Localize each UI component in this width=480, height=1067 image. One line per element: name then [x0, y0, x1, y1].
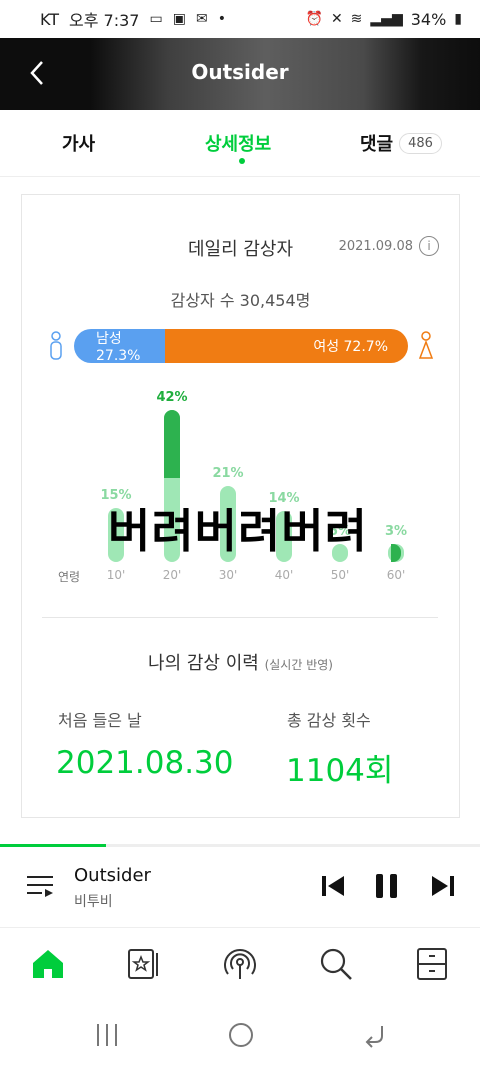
first-listen-date: 2021.08.30: [56, 745, 234, 781]
active-tab-indicator: [239, 158, 245, 164]
history-subtitle: (실시간 반영): [264, 658, 333, 672]
female-ratio-segment: 여성 72.7%: [165, 329, 408, 363]
wifi-icon: ≋: [350, 11, 363, 27]
battery-label: 34%: [410, 9, 447, 29]
comment-count-badge: 486: [399, 132, 442, 154]
home-icon[interactable]: [30, 946, 66, 982]
alarm-icon: ⏰: [305, 11, 323, 27]
age-bar-highlight: [164, 410, 180, 479]
male-ratio-segment: 남성 27.3%: [74, 329, 166, 363]
overlay-text: 버려버려버려: [108, 504, 368, 558]
mute-icon: ✕: [330, 11, 343, 27]
first-listen-label: 처음 들은 날: [58, 711, 142, 730]
info-icon[interactable]: i: [419, 236, 439, 256]
back-system-icon[interactable]: [362, 1022, 388, 1048]
history-title-label: 나의 감상 이력: [148, 653, 259, 674]
age-tick-label: 40': [274, 568, 294, 582]
tab-comments[interactable]: 댓글 486: [360, 130, 442, 156]
now-playing-artist[interactable]: 비투비: [74, 891, 113, 911]
age-bar-value-label: 3%: [384, 524, 408, 539]
carrier-label: KT: [40, 9, 60, 29]
age-tick-label: 60': [386, 568, 406, 582]
total-plays-label: 총 감상 횟수: [287, 711, 371, 730]
search-icon[interactable]: [318, 946, 354, 982]
now-playing-title[interactable]: Outsider: [74, 865, 151, 886]
listener-count: 감상자 수 30,454명: [170, 291, 311, 310]
storage-drawer-icon[interactable]: [414, 946, 450, 982]
age-tick-label: 20': [162, 568, 182, 582]
tab-bar: 가사 상세정보 댓글 486: [0, 110, 480, 177]
bottom-navigation: [0, 930, 480, 1000]
status-bar: KT 오후 7:37 ▭ ▣ ✉ • ⏰ ✕ ≋ ▂▄▆ 34% ▮: [0, 0, 480, 38]
tab-lyrics[interactable]: 가사: [62, 130, 95, 156]
age-bar-value-label: 42%: [156, 390, 188, 405]
message-icon: ▭: [149, 11, 163, 27]
home-system-icon[interactable]: [228, 1022, 254, 1048]
playlist-icon[interactable]: [26, 873, 54, 899]
x-axis-title: 연령: [58, 570, 81, 584]
pause-icon[interactable]: [374, 873, 400, 899]
dot-icon: •: [217, 11, 226, 27]
gender-ratio-bar: 남성 27.3% 여성 72.7%: [74, 329, 408, 363]
previous-track-icon[interactable]: [320, 873, 346, 899]
stats-date: 2021.09.08: [338, 239, 413, 254]
age-tick-label: 10': [106, 568, 126, 582]
age-tick-label: 50': [330, 568, 350, 582]
song-header: Outsider: [0, 38, 480, 110]
detail-card: 데일리 감상자 2021.09.08 i 감상자 수 30,454명 남성 27…: [21, 194, 460, 818]
recent-apps-icon[interactable]: [94, 1022, 120, 1048]
clock: 오후 7:37: [69, 11, 140, 30]
male-ratio-label: 남성 27.3%: [96, 331, 141, 363]
total-plays-count: 1104회: [286, 753, 394, 789]
signal-icon: ▂▄▆: [370, 11, 403, 27]
history-title: 나의 감상 이력 (실시간 반영): [22, 649, 459, 675]
system-navigation-bar: [0, 1000, 480, 1067]
next-track-icon[interactable]: [430, 873, 456, 899]
male-person-icon: [50, 331, 62, 360]
tab-comments-label: 댓글: [360, 134, 394, 155]
gallery-icon: ▣: [172, 11, 186, 27]
tab-details-label: 상세정보: [205, 134, 272, 155]
age-bar-value-label: 21%: [212, 466, 244, 481]
page-title: Outsider: [191, 60, 289, 84]
mail-icon: ✉: [195, 11, 208, 27]
radio-podcast-icon[interactable]: [222, 946, 258, 982]
battery-icon: ▮: [454, 11, 462, 27]
tab-details[interactable]: 상세정보: [205, 130, 272, 164]
age-tick-label: 30': [218, 568, 238, 582]
female-ratio-label: 여성 72.7%: [313, 339, 388, 355]
female-person-icon: [418, 331, 434, 359]
section-divider: [42, 617, 438, 618]
my-library-icon[interactable]: [126, 946, 162, 982]
mini-player[interactable]: Outsider 비투비: [0, 847, 480, 928]
